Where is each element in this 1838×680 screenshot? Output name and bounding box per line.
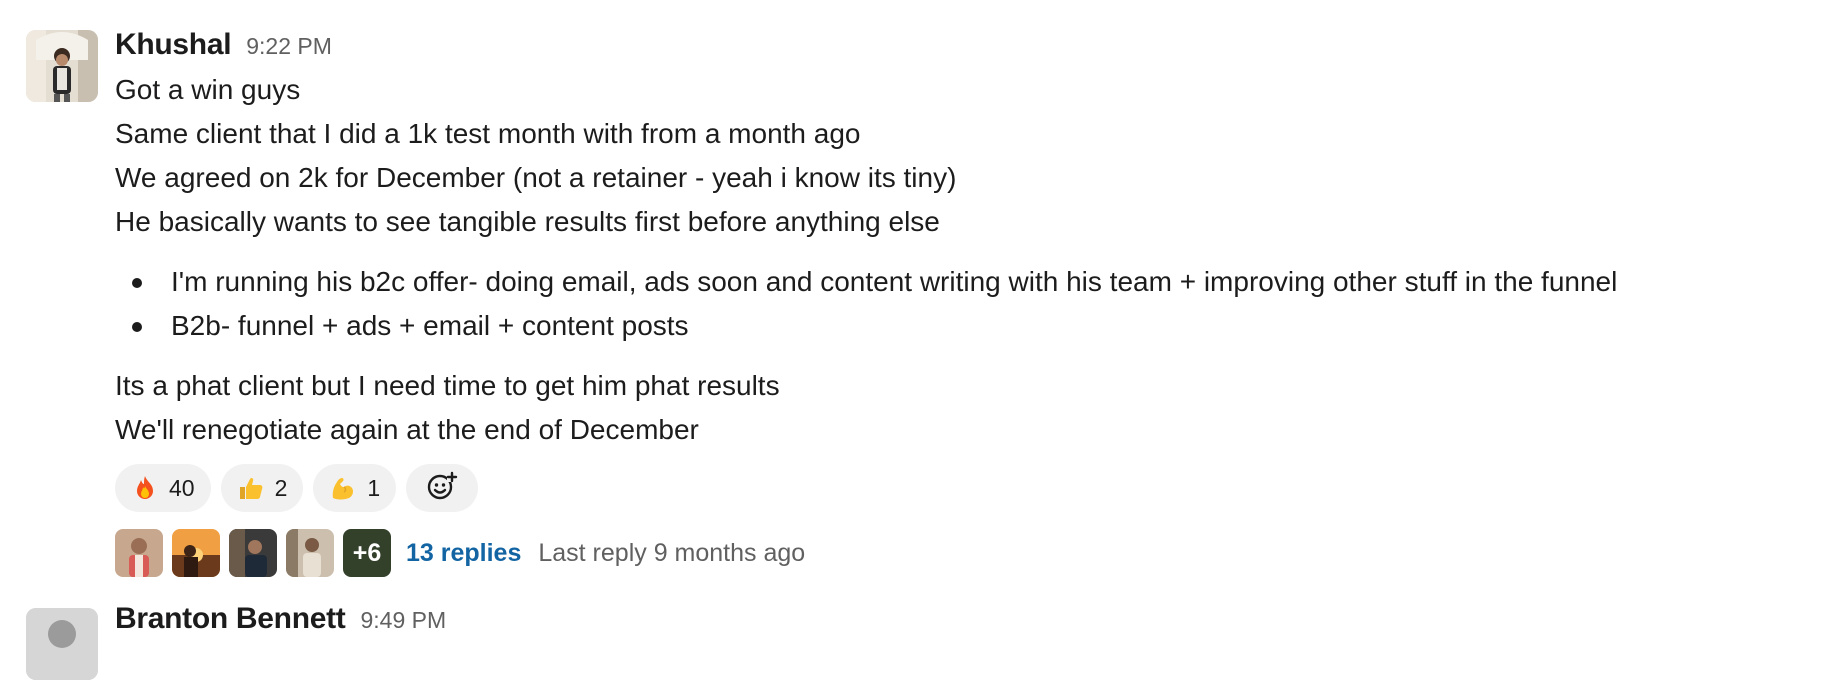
- more-repliers-count: +6: [352, 538, 382, 567]
- fire-icon: [131, 474, 159, 502]
- bullet-text: I'm running his b2c offer- doing email, …: [171, 266, 1618, 297]
- author-avatar[interactable]: [26, 30, 98, 102]
- last-reply-text: Last reply 9 months ago: [538, 538, 806, 567]
- reactions-bar: 40 2 1: [115, 464, 1838, 512]
- message-line: We agreed on 2k for December (not a reta…: [115, 162, 957, 193]
- message-line: He basically wants to see tangible resul…: [115, 206, 940, 237]
- replier-avatar[interactable]: [229, 529, 277, 577]
- thread-summary[interactable]: +6 13 replies Last reply 9 months ago: [115, 528, 1838, 578]
- next-author-name[interactable]: Branton Bennett: [115, 602, 346, 636]
- replier-avatar[interactable]: [115, 529, 163, 577]
- replier-avatar[interactable]: [286, 529, 334, 577]
- bullet-item: B2b- funnel + ads + email + content post…: [115, 304, 1838, 348]
- reaction-thumbs-up[interactable]: 2: [220, 464, 304, 512]
- add-reaction-button[interactable]: [406, 464, 479, 512]
- flexed-biceps-icon: [329, 474, 357, 502]
- message-line: Got a win guys: [115, 74, 301, 105]
- message-line: Same client that I did a 1k test month w…: [115, 118, 861, 149]
- bullet-list: I'm running his b2c offer- doing email, …: [115, 260, 1838, 348]
- more-repliers-badge[interactable]: +6: [343, 529, 391, 577]
- reaction-fire[interactable]: 40: [115, 464, 211, 512]
- message-header: Khushal 9:22 PM: [115, 28, 1838, 68]
- add-reaction-icon: [426, 470, 458, 507]
- reaction-count: 1: [367, 474, 381, 501]
- reaction-count: 2: [274, 474, 288, 501]
- bullet-item: I'm running his b2c offer- doing email, …: [115, 260, 1838, 304]
- message-line: Its a phat client but I need time to get…: [115, 370, 780, 401]
- replier-avatar[interactable]: [172, 529, 220, 577]
- bullet-dot: [132, 278, 142, 288]
- bullet-dot: [132, 322, 142, 332]
- replies-link[interactable]: 13 replies: [406, 539, 521, 568]
- bullet-text: B2b- funnel + ads + email + content post…: [171, 310, 689, 341]
- reaction-count: 40: [169, 474, 195, 501]
- message: Khushal 9:22 PM Got a win guys Same clie…: [0, 0, 1838, 578]
- author-name[interactable]: Khushal: [115, 28, 232, 62]
- next-message-timestamp[interactable]: 9:49 PM: [361, 607, 447, 634]
- reaction-flexed-biceps[interactable]: 1: [313, 464, 397, 512]
- message-timestamp[interactable]: 9:22 PM: [246, 33, 332, 60]
- thumbs-up-icon: [237, 474, 265, 502]
- message-line: We'll renegotiate again at the end of De…: [115, 414, 699, 445]
- next-author-avatar[interactable]: [26, 608, 98, 680]
- message-body: Got a win guys Same client that I did a …: [115, 68, 1838, 452]
- next-message-header: Branton Bennett 9:49 PM: [115, 602, 446, 636]
